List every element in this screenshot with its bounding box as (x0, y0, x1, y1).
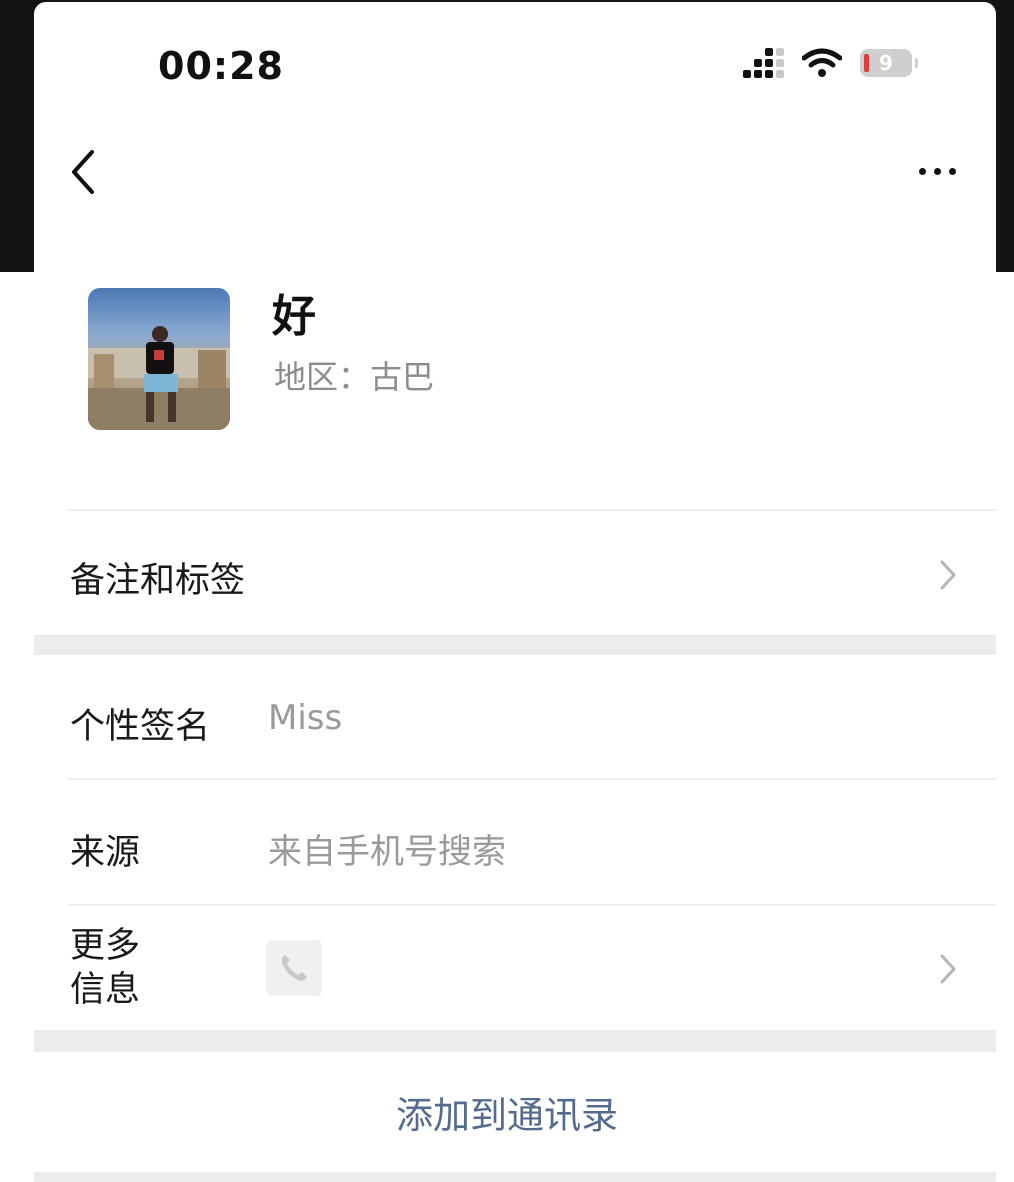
more-info-label: 更多 信息 (70, 924, 140, 1012)
signature-row: 个性签名 Miss (34, 656, 996, 778)
remarks-tags-label: 备注和标签 (70, 561, 246, 601)
chevron-right-icon (940, 560, 956, 590)
profile-region: 地区：古巴 (274, 358, 435, 396)
avatar[interactable] (88, 288, 230, 430)
chevron-left-icon[interactable] (66, 148, 100, 196)
divider (68, 509, 996, 511)
status-time: 00:28 (158, 44, 284, 88)
section-gap (34, 1172, 996, 1182)
battery-level: 9 (879, 51, 893, 75)
more-horizontal-icon[interactable] (919, 168, 956, 175)
remarks-tags-row[interactable]: 备注和标签 (34, 512, 996, 634)
source-value: 来自手机号搜索 (268, 832, 506, 872)
avatar-photo (88, 326, 230, 430)
chevron-right-icon (940, 954, 956, 984)
signal-icon (743, 48, 784, 78)
source-row: 来源 来自手机号搜索 (34, 780, 996, 904)
section-gap (34, 635, 996, 655)
add-to-contacts-button[interactable]: 添加到通讯录 (0, 1052, 1014, 1172)
battery-icon: 9 (860, 49, 918, 77)
more-info-row[interactable]: 更多 信息 (34, 906, 996, 1030)
wifi-icon (802, 48, 842, 77)
signature-value: Miss (268, 698, 343, 738)
more-info-label-line2: 信息 (70, 970, 141, 1010)
profile-name: 好 (272, 291, 316, 342)
source-label: 来源 (70, 833, 141, 873)
top-bar: 00:28 9 (34, 2, 996, 272)
signature-label: 个性签名 (70, 707, 211, 747)
more-info-label-line1: 更多 (70, 926, 141, 966)
phone-icon (266, 940, 322, 996)
status-icons: 9 (743, 48, 918, 78)
section-gap (34, 1030, 996, 1052)
